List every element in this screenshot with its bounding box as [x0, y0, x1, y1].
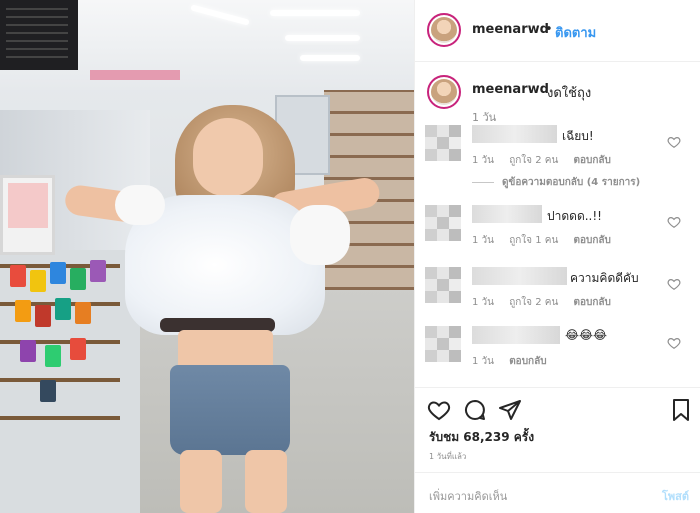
- commenter-avatar-blurred[interactable]: [425, 125, 461, 161]
- post-panel: meenarwd • ติดตาม meenarwd งดใช้ถุง 1 วั…: [414, 0, 700, 513]
- ceiling-light: [285, 35, 360, 41]
- comment-item: 😂😂😂 1 วัน ตอบกลับ: [415, 326, 700, 386]
- comment-time[interactable]: 1 วัน: [472, 297, 494, 308]
- comment-meta: 1 วัน ตอบกลับ: [472, 354, 559, 369]
- separator-dot: •: [545, 22, 553, 37]
- post-header: meenarwd • ติดตาม: [415, 0, 700, 62]
- comment-time[interactable]: 1 วัน: [472, 356, 494, 367]
- person-sleeve: [290, 205, 350, 265]
- view-replies-label[interactable]: ดูข้อความตอบกลับ (4 รายการ): [502, 177, 640, 188]
- video-player[interactable]: [0, 0, 414, 513]
- menu-board: [0, 0, 78, 70]
- snack-item: [55, 298, 71, 320]
- add-comment-bar: เพิ่มความคิดเห็น โพสต์: [415, 472, 700, 513]
- snack-item: [45, 345, 61, 367]
- author-username[interactable]: meenarwd: [472, 22, 549, 37]
- snack-item: [40, 380, 56, 402]
- commenter-name-blurred[interactable]: [472, 267, 567, 285]
- commenter-name-blurred[interactable]: [472, 125, 557, 143]
- comment-text: เฉียบ!: [562, 129, 594, 143]
- reply-button[interactable]: ตอบกลับ: [573, 297, 610, 308]
- post-age[interactable]: 1 วันที่แล้ว: [429, 450, 466, 463]
- commenter-name-blurred[interactable]: [472, 205, 542, 223]
- ceiling-light: [300, 55, 360, 61]
- bookmark-icon[interactable]: [669, 398, 693, 422]
- ceiling-light: [270, 10, 360, 16]
- person-face: [193, 118, 263, 196]
- snack-item: [70, 338, 86, 360]
- heart-icon[interactable]: [427, 398, 451, 422]
- post-comment-button[interactable]: โพสต์: [662, 487, 689, 505]
- person-leg: [245, 450, 287, 513]
- caption-time: 1 วัน: [472, 111, 497, 124]
- snack-item: [30, 270, 46, 292]
- comment-text: 😂😂😂: [565, 328, 608, 342]
- share-icon[interactable]: [498, 398, 522, 422]
- comment-text: ปาดดด..!!: [547, 209, 602, 223]
- commenter-avatar-blurred[interactable]: [425, 205, 461, 241]
- comment-item: ปาดดด..!! 1 วัน ถูกใจ 1 คน ตอบกลับ: [415, 205, 700, 265]
- like-comment-heart-icon[interactable]: [667, 215, 681, 229]
- like-comment-heart-icon[interactable]: [667, 336, 681, 350]
- comment-meta: 1 วัน ถูกใจ 2 คน ตอบกลับ: [472, 153, 623, 168]
- author-avatar[interactable]: [427, 13, 461, 47]
- commenter-avatar-blurred[interactable]: [425, 267, 461, 303]
- snack-item: [70, 268, 86, 290]
- snack-item: [10, 265, 26, 287]
- like-comment-heart-icon[interactable]: [667, 135, 681, 149]
- comment-likes[interactable]: ถูกใจ 2 คน: [509, 297, 558, 308]
- snack-item: [15, 300, 31, 322]
- caption-text: งดใช้ถุง: [547, 86, 592, 101]
- like-comment-heart-icon[interactable]: [667, 277, 681, 291]
- snack-item: [20, 340, 36, 362]
- snack-item: [90, 260, 106, 282]
- person-sleeve: [115, 185, 165, 225]
- comment-time[interactable]: 1 วัน: [472, 235, 494, 246]
- commenter-avatar-blurred[interactable]: [425, 326, 461, 362]
- comment-text: ความคิดดีคับ: [570, 271, 639, 285]
- person-leg: [180, 450, 222, 513]
- follow-button[interactable]: ติดตาม: [555, 22, 596, 43]
- store-sign: [90, 70, 180, 80]
- comment-item: ความคิดดีคับ 1 วัน ถูกใจ 2 คน ตอบกลับ: [415, 267, 700, 327]
- reply-button[interactable]: ตอบกลับ: [573, 155, 610, 166]
- reply-button[interactable]: ตอบกลับ: [573, 235, 610, 246]
- comment-meta: 1 วัน ถูกใจ 1 คน ตอบกลับ: [472, 233, 623, 248]
- comment-likes[interactable]: ถูกใจ 1 คน: [509, 235, 558, 246]
- view-count[interactable]: รับชม 68,239 ครั้ง: [429, 428, 534, 447]
- snack-item: [35, 305, 51, 327]
- view-replies-button[interactable]: ดูข้อความตอบกลับ (4 รายการ): [472, 175, 640, 190]
- commenter-name-blurred[interactable]: [472, 326, 560, 344]
- person-shorts: [170, 365, 290, 455]
- comment-icon[interactable]: [463, 398, 487, 422]
- snack-item: [50, 262, 66, 284]
- snack-item: [75, 302, 91, 324]
- reply-button[interactable]: ตอบกลับ: [509, 356, 546, 367]
- comment-time[interactable]: 1 วัน: [472, 155, 494, 166]
- comment-likes[interactable]: ถูกใจ 2 คน: [509, 155, 558, 166]
- caption-avatar[interactable]: [427, 75, 461, 109]
- caption-username[interactable]: meenarwd: [472, 82, 549, 97]
- comment-meta: 1 วัน ถูกใจ 2 คน ตอบกลับ: [472, 295, 623, 310]
- replies-divider-line: [472, 181, 494, 183]
- add-comment-input[interactable]: เพิ่มความคิดเห็น: [429, 487, 507, 505]
